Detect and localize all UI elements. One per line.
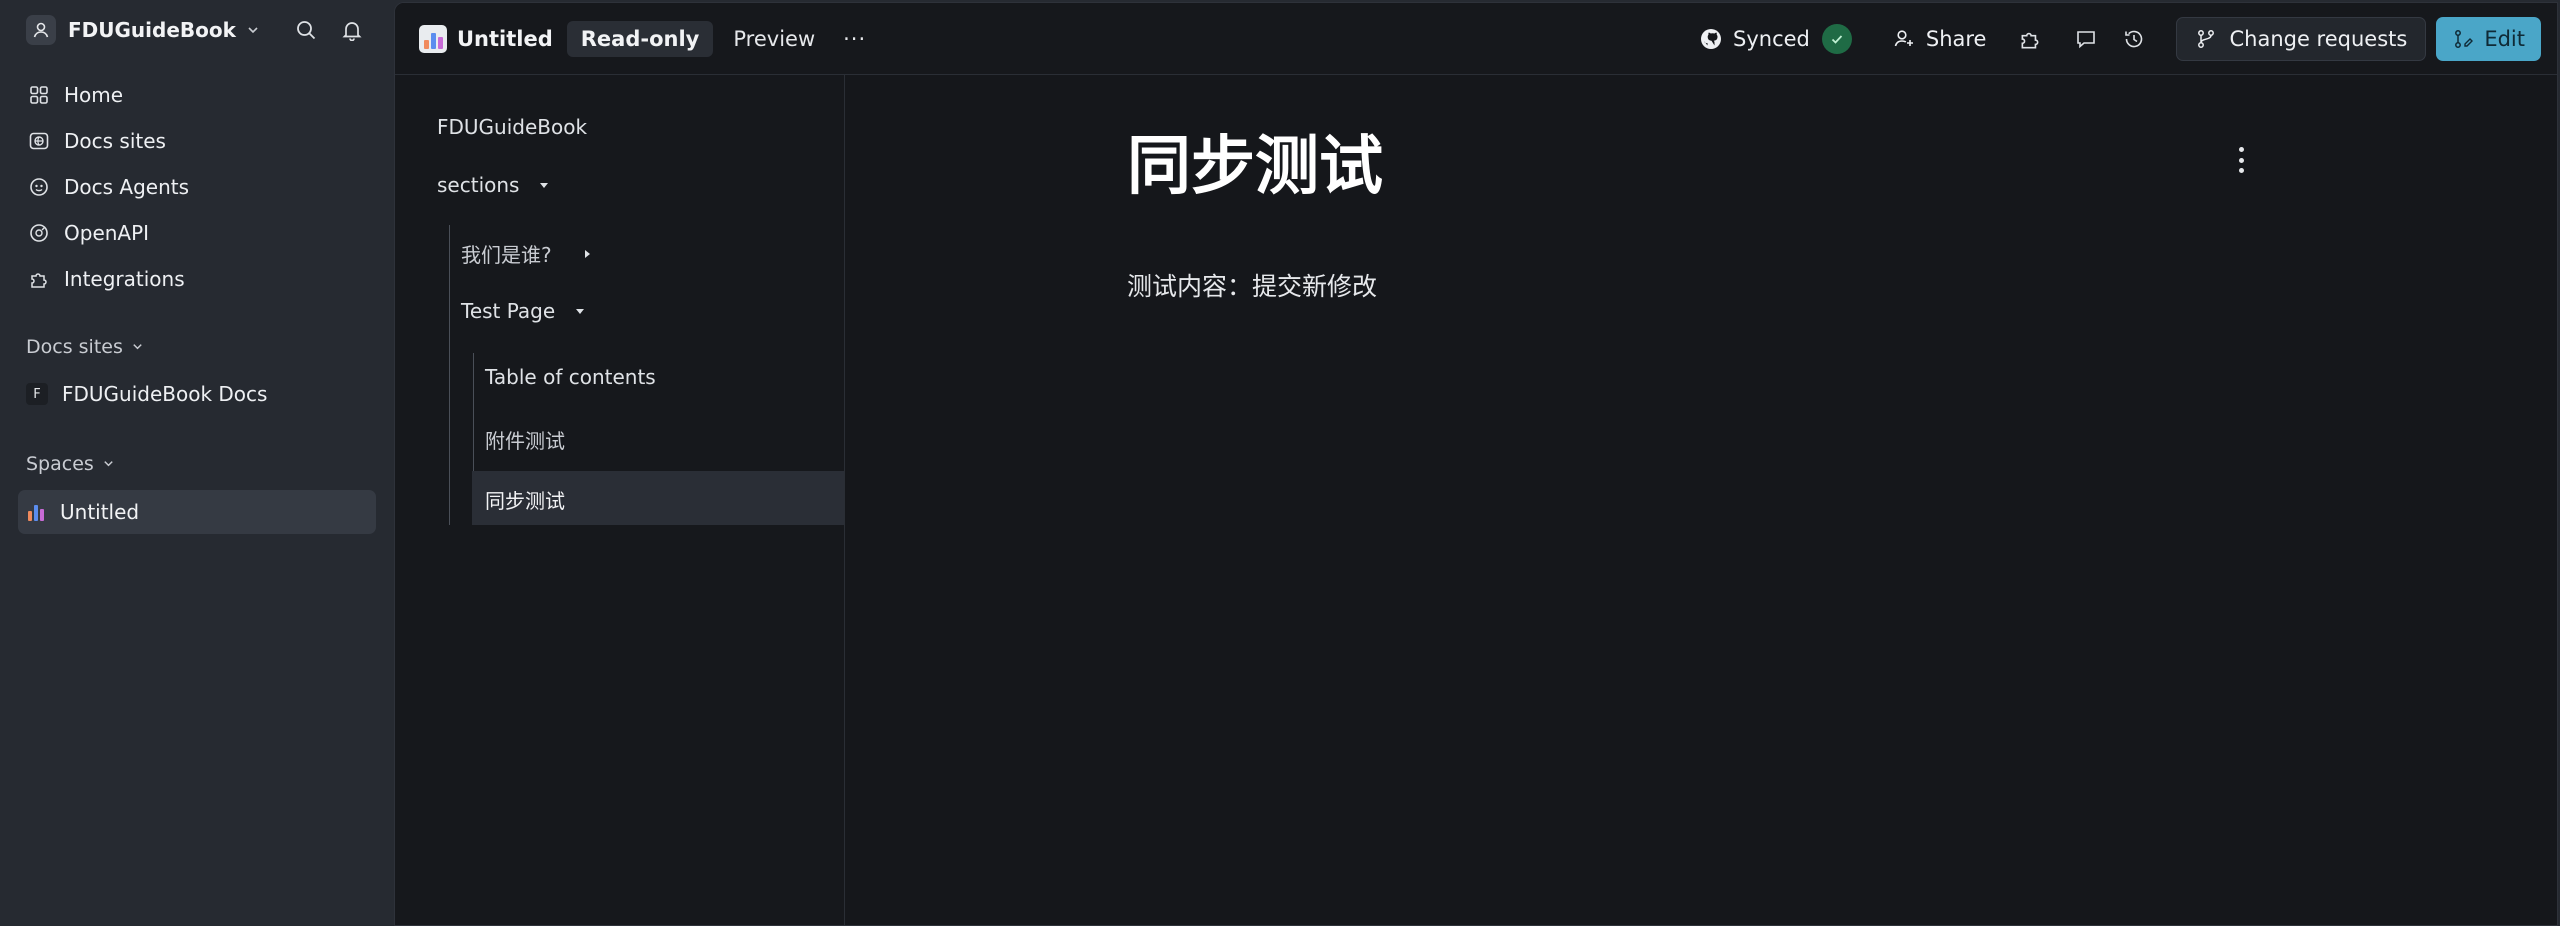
- docs-sites-group-label: Docs sites: [26, 336, 123, 358]
- branch-icon: [2195, 28, 2217, 50]
- change-requests-button[interactable]: Change requests: [2176, 17, 2427, 61]
- add-user-icon: [1892, 27, 1916, 51]
- puzzle-icon[interactable]: [2016, 25, 2044, 53]
- tree-item-label: 同步测试: [485, 489, 565, 513]
- main-frame: Untitled Read-only Preview ··· Synced Sh…: [394, 2, 2558, 926]
- api-icon: [26, 220, 52, 246]
- agent-icon: [26, 174, 52, 200]
- org-avatar-icon: [26, 15, 56, 45]
- page-body-text: 测试内容：提交新修改: [1127, 272, 1378, 301]
- sidebar-nav: Home Docs sites Docs Agents OpenAPI Inte…: [18, 72, 376, 302]
- tree-root-link[interactable]: FDUGuideBook: [437, 115, 587, 139]
- sidebar-item-docs-sites[interactable]: Docs sites: [18, 118, 376, 164]
- share-label: Share: [1925, 27, 1987, 51]
- search-icon[interactable]: [292, 16, 320, 44]
- app-sidebar: FDUGuideBook Home Docs sites Docs Agents…: [0, 0, 394, 926]
- org-name: FDUGuideBook: [68, 18, 236, 42]
- chevron-down-icon: [246, 23, 260, 37]
- github-icon: [1699, 27, 1723, 51]
- globe-icon: [26, 128, 52, 154]
- sidebar-item-label: OpenAPI: [64, 221, 150, 245]
- tree-item-label: Table of contents: [485, 365, 656, 389]
- caret-right-icon: [582, 249, 592, 259]
- spaces-group-label: Spaces: [26, 453, 94, 475]
- check-icon: [1821, 24, 1852, 54]
- docs-site-label: FDUGuideBook Docs: [62, 382, 268, 406]
- docs-sites-group-toggle[interactable]: Docs sites: [26, 336, 144, 358]
- tree-item-test-page[interactable]: Test Page: [461, 299, 585, 323]
- page-tree: FDUGuideBook sections 我们是谁? Test Page Ta…: [395, 75, 845, 925]
- docs-site-item[interactable]: F FDUGuideBook Docs: [18, 372, 376, 416]
- space-icon: [28, 503, 46, 521]
- page-title: 同步测试: [1127, 130, 1383, 204]
- tree-item-label: 附件测试: [485, 429, 565, 453]
- space-label: Untitled: [60, 500, 140, 524]
- sidebar-item-label: Docs sites: [64, 129, 166, 153]
- tree-item-label: 我们是谁?: [461, 243, 552, 267]
- page-options-kebab-icon[interactable]: [2231, 143, 2251, 177]
- sidebar-item-label: Docs Agents: [64, 175, 190, 199]
- tree-item-who-are-we[interactable]: 我们是谁?: [461, 239, 592, 268]
- puzzle-icon: [26, 266, 52, 292]
- caret-down-icon: [575, 306, 585, 316]
- tree-guide-line: [449, 225, 450, 525]
- comment-icon[interactable]: [2072, 25, 2100, 53]
- chevron-down-icon: [131, 336, 144, 358]
- space-icon: [419, 25, 447, 53]
- share-button[interactable]: Share: [1892, 27, 1987, 51]
- org-switcher[interactable]: FDUGuideBook: [26, 12, 366, 48]
- tree-item-label: Test Page: [461, 299, 556, 323]
- tree-item-table-of-contents[interactable]: Table of contents: [485, 365, 656, 389]
- sidebar-item-home[interactable]: Home: [18, 72, 376, 118]
- topbar: Untitled Read-only Preview ··· Synced Sh…: [395, 3, 2557, 75]
- spaces-group-toggle[interactable]: Spaces: [26, 453, 115, 475]
- tree-item-attachment-test[interactable]: 附件测试: [485, 425, 565, 454]
- caret-down-icon: [539, 180, 549, 190]
- edit-label: Edit: [2484, 27, 2525, 51]
- sidebar-item-openapi[interactable]: OpenAPI: [18, 210, 376, 256]
- tree-item-sync-test[interactable]: 同步测试: [485, 485, 565, 514]
- space-item-untitled[interactable]: Untitled: [18, 490, 376, 534]
- chevron-down-icon: [102, 453, 115, 475]
- sidebar-item-docs-agents[interactable]: Docs Agents: [18, 164, 376, 210]
- sync-status[interactable]: Synced: [1699, 24, 1852, 54]
- sidebar-item-integrations[interactable]: Integrations: [18, 256, 376, 302]
- synced-label: Synced: [1733, 27, 1810, 51]
- app-root: FDUGuideBook Home Docs sites Docs Agents…: [0, 0, 2560, 926]
- branch-edit-icon: [2452, 28, 2474, 50]
- more-menu-button[interactable]: ···: [843, 27, 866, 51]
- space-title: Untitled: [457, 27, 553, 51]
- preview-button[interactable]: Preview: [733, 27, 815, 51]
- read-only-mode-button[interactable]: Read-only: [566, 21, 714, 57]
- history-icon[interactable]: [2120, 25, 2148, 53]
- grid-icon: [26, 82, 52, 108]
- tree-section-toggle[interactable]: sections: [437, 173, 549, 197]
- tree-section-label: sections: [437, 173, 520, 197]
- site-badge: F: [26, 383, 48, 405]
- edit-button[interactable]: Edit: [2436, 17, 2541, 61]
- sidebar-item-label: Integrations: [64, 267, 185, 291]
- change-requests-label: Change requests: [2229, 27, 2408, 51]
- bell-icon[interactable]: [338, 16, 366, 44]
- sidebar-item-label: Home: [64, 83, 124, 107]
